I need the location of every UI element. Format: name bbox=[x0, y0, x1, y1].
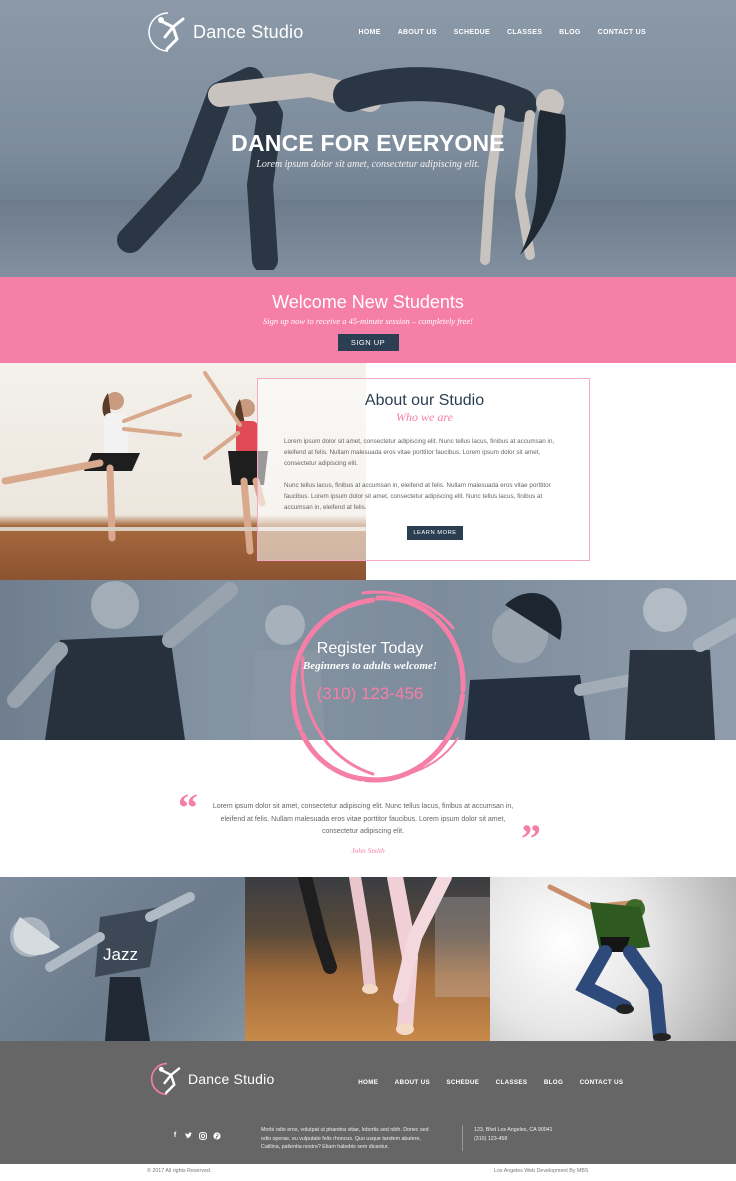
nav-about-us[interactable]: ABOUT US bbox=[389, 29, 445, 36]
sign-up-button[interactable]: SIGN UP bbox=[337, 334, 399, 351]
copyright-text: © 2017 All rights Reserved. bbox=[147, 1168, 212, 1174]
pinterest-icon[interactable] bbox=[213, 1132, 221, 1140]
learn-more-button[interactable]: LEARN MORE bbox=[407, 526, 463, 540]
about-paragraph-2: Nunc tellus lacus, finibus at accumsan i… bbox=[284, 482, 551, 511]
welcome-subtitle: Sign up now to receive a 45-minute sessi… bbox=[263, 316, 473, 326]
hero-title: DANCE FOR EVERYONE bbox=[231, 130, 505, 156]
hero-subtitle: Lorem ipsum dolor sit amet, consectetur … bbox=[256, 159, 480, 170]
class-tile-hiphop[interactable] bbox=[490, 877, 736, 1041]
classes-section: Jazz bbox=[0, 877, 736, 1041]
class-label-jazz: Jazz bbox=[103, 945, 138, 964]
about-card: About our Studio Who we are Lorem ipsum … bbox=[257, 378, 590, 561]
nav-home[interactable]: HOME bbox=[350, 29, 389, 36]
credit-link[interactable]: Los Angeles Web Development By MBS bbox=[494, 1168, 588, 1174]
footer-nav: HOME ABOUT US SCHEDUE CLASSES BLOG CONTA… bbox=[350, 1079, 632, 1086]
class-tile-jazz[interactable]: Jazz bbox=[0, 877, 245, 1041]
testimonial-text: Lorem ipsum dolor sit amet, consectetur … bbox=[212, 803, 514, 835]
about-section: About our Studio Who we are Lorem ipsum … bbox=[0, 363, 736, 580]
welcome-title: Welcome New Students bbox=[272, 292, 464, 312]
footer-nav-schedule[interactable]: SCHEDUE bbox=[438, 1079, 487, 1086]
bottom-bar bbox=[0, 1164, 736, 1181]
nav-classes[interactable]: CLASSES bbox=[499, 29, 551, 36]
main-nav: HOME ABOUT US SCHEDUE CLASSES BLOG CONTA… bbox=[350, 29, 654, 36]
footer-nav-blog[interactable]: BLOG bbox=[536, 1079, 572, 1086]
site-name: Dance Studio bbox=[193, 21, 304, 42]
footer-divider bbox=[462, 1125, 463, 1151]
site-logo[interactable]: Dance Studio bbox=[147, 11, 303, 53]
twitter-icon[interactable] bbox=[185, 1132, 193, 1140]
dancer-logo-icon bbox=[148, 12, 185, 52]
quote-open-icon: “ bbox=[178, 785, 198, 830]
footer-about-text: Morbi odio eros, volutpat ut pharetra vi… bbox=[261, 1127, 429, 1150]
hero-section: Dance Studio HOME ABOUT US SCHEDUE CLASS… bbox=[0, 0, 736, 277]
class-tile-ballet[interactable] bbox=[245, 877, 490, 1041]
footer-nav-contact-us[interactable]: CONTACT US bbox=[571, 1079, 631, 1086]
testimonial-author: John Smith bbox=[351, 846, 385, 855]
hiphop-dancer-photo bbox=[547, 884, 671, 1041]
register-subtitle: Beginners to adults welcome! bbox=[302, 660, 438, 672]
social-links: f bbox=[171, 1132, 221, 1140]
footer-nav-home[interactable]: HOME bbox=[350, 1079, 386, 1086]
nav-schedule[interactable]: SCHEDUE bbox=[445, 29, 498, 36]
footer-phone[interactable]: (310) 123-458 bbox=[474, 1135, 553, 1144]
footer-contact: 123, Blvd Los Angeles, CA 90041 (310) 12… bbox=[474, 1126, 553, 1144]
footer-site-name: Dance Studio bbox=[188, 1071, 275, 1087]
footer-nav-about-us[interactable]: ABOUT US bbox=[386, 1079, 438, 1086]
ballet-feet-photo bbox=[298, 877, 490, 1035]
about-paragraph-1: Lorem ipsum dolor sit amet, consectetur … bbox=[284, 438, 555, 467]
footer-nav-classes[interactable]: CLASSES bbox=[487, 1079, 535, 1086]
footer-address: 123, Blvd Los Angeles, CA 90041 bbox=[474, 1127, 553, 1133]
nav-contact-us[interactable]: CONTACT US bbox=[589, 29, 654, 36]
dancer-logo-icon bbox=[150, 1062, 181, 1096]
facebook-icon[interactable]: f bbox=[171, 1132, 179, 1140]
register-phone[interactable]: (310) 123-456 bbox=[280, 684, 460, 704]
nav-blog[interactable]: BLOG bbox=[551, 29, 589, 36]
about-subtitle: Who we are bbox=[396, 410, 453, 424]
welcome-section: Welcome New Students Sign up now to rece… bbox=[0, 277, 736, 363]
footer-logo[interactable]: Dance Studio bbox=[150, 1062, 274, 1096]
register-title: Register Today bbox=[316, 640, 424, 657]
about-title: About our Studio bbox=[364, 392, 485, 409]
instagram-icon[interactable] bbox=[199, 1132, 207, 1140]
